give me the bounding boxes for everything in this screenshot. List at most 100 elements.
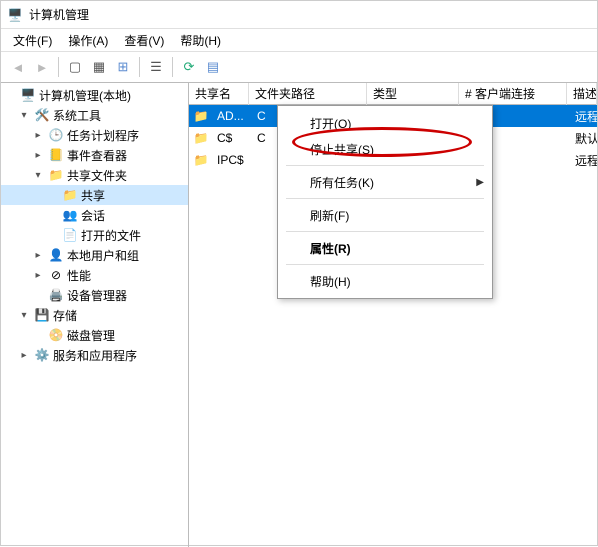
col-connections[interactable]: # 客户端连接 [459, 83, 567, 105]
col-type[interactable]: 类型 [367, 83, 459, 105]
ctx-stop-share[interactable]: 停止共享(S) [280, 136, 490, 162]
ctx-separator [286, 264, 484, 265]
share-icon: 📁 [193, 130, 209, 146]
ctx-help[interactable]: 帮助(H) [280, 268, 490, 294]
forward-button[interactable]: ► [31, 56, 53, 78]
clock-icon: 🕒 [48, 127, 64, 143]
tree-node-devmgr[interactable]: ▶ 🖨️ 设备管理器 [1, 285, 188, 305]
share-icon: 📁 [193, 152, 209, 168]
tree-node-storage[interactable]: ▾ 💾 存储 [1, 305, 188, 325]
twisty-icon: ▶ [45, 188, 59, 202]
ctx-properties[interactable]: 属性(R) [280, 235, 490, 261]
export-button[interactable]: ☰ [145, 56, 167, 78]
tree-label: 性能 [67, 267, 91, 284]
open-files-icon: 📄 [62, 227, 78, 243]
toolbar-separator [172, 57, 173, 77]
tree-label: 共享文件夹 [67, 167, 127, 184]
cell-description: 远程管 [569, 108, 597, 125]
tree-label: 磁盘管理 [67, 327, 115, 344]
twisty-icon: ▶ [31, 328, 45, 342]
toolbar-separator [139, 57, 140, 77]
tree-label: 存储 [53, 307, 77, 324]
tree-label: 事件查看器 [67, 147, 127, 164]
tree-node-task-scheduler[interactable]: ▸ 🕒 任务计划程序 [1, 125, 188, 145]
cell-share-name: C$ [211, 131, 251, 145]
tree-label: 打开的文件 [81, 227, 141, 244]
share-icon: 📁 [193, 108, 209, 124]
tree: ▶ 🖥️ 计算机管理(本地) ▾ 🛠️ 系统工具 ▸ 🕒 任务计划程序 ▸ 📒 … [1, 85, 188, 365]
tree-node-root[interactable]: ▶ 🖥️ 计算机管理(本地) [1, 85, 188, 105]
menu-file[interactable]: 文件(F) [5, 30, 60, 51]
app-icon: 🖥️ [7, 7, 23, 23]
tree-label: 会话 [81, 207, 105, 224]
tree-node-shared-folders[interactable]: ▾ 📁 共享文件夹 [1, 165, 188, 185]
perf-icon: ⊘ [48, 267, 64, 283]
main-split: ▶ 🖥️ 计算机管理(本地) ▾ 🛠️ 系统工具 ▸ 🕒 任务计划程序 ▸ 📒 … [1, 83, 597, 547]
menu-action[interactable]: 操作(A) [60, 30, 116, 51]
toolbar: ◄ ► ▢ ▦ ⊞ ☰ ⟳ ▤ [1, 51, 597, 83]
twisty-collapsed-icon[interactable]: ▸ [31, 268, 45, 282]
props-button[interactable]: ⊞ [112, 56, 134, 78]
storage-icon: 💾 [34, 307, 50, 323]
icon-button[interactable]: ▤ [202, 56, 224, 78]
twisty-expanded-icon[interactable]: ▾ [17, 108, 31, 122]
col-description[interactable]: 描述 [567, 83, 597, 105]
twisty-expanded-icon[interactable]: ▾ [31, 168, 45, 182]
menubar: 文件(F) 操作(A) 查看(V) 帮助(H) [1, 29, 597, 51]
up-button[interactable]: ▢ [64, 56, 86, 78]
list-pane: 共享名 文件夹路径 类型 # 客户端连接 描述 📁 AD... C s 0 远程… [189, 83, 597, 547]
event-icon: 📒 [48, 147, 64, 163]
diskmgr-icon: 📀 [48, 327, 64, 343]
twisty-icon: ▶ [45, 208, 59, 222]
col-folder-path[interactable]: 文件夹路径 [249, 83, 367, 105]
tree-node-event-viewer[interactable]: ▸ 📒 事件查看器 [1, 145, 188, 165]
tree-label: 共享 [81, 187, 105, 204]
shared-folder-icon: 📁 [48, 167, 64, 183]
tree-label: 系统工具 [53, 107, 101, 124]
twisty-collapsed-icon[interactable]: ▸ [31, 248, 45, 262]
tree-label: 本地用户和组 [67, 247, 139, 264]
wrench-icon: 🛠️ [34, 107, 50, 123]
tree-node-local-users[interactable]: ▸ 👤 本地用户和组 [1, 245, 188, 265]
menu-help[interactable]: 帮助(H) [172, 30, 229, 51]
cell-description: 默认共 [569, 130, 597, 147]
twisty-collapsed-icon[interactable]: ▸ [31, 128, 45, 142]
list-header: 共享名 文件夹路径 类型 # 客户端连接 描述 [189, 83, 597, 105]
refresh-button[interactable]: ⟳ [178, 56, 200, 78]
col-share-name[interactable]: 共享名 [189, 83, 249, 105]
sessions-icon: 👥 [62, 207, 78, 223]
cell-share-name: AD... [211, 109, 251, 123]
window-title: 计算机管理 [29, 6, 89, 23]
titlebar: 🖥️ 计算机管理 [1, 1, 597, 29]
context-menu: 打开(O) 停止共享(S) 所有任务(K) ▶ 刷新(F) 属性(R) 帮助(H… [277, 105, 493, 299]
show-hide-button[interactable]: ▦ [88, 56, 110, 78]
tree-node-diskmgr[interactable]: ▶ 📀 磁盘管理 [1, 325, 188, 345]
back-button[interactable]: ◄ [7, 56, 29, 78]
twisty-icon: ▶ [31, 288, 45, 302]
tree-node-perf[interactable]: ▸ ⊘ 性能 [1, 265, 188, 285]
tree-node-services[interactable]: ▸ ⚙️ 服务和应用程序 [1, 345, 188, 365]
ctx-all-tasks[interactable]: 所有任务(K) ▶ [280, 169, 490, 195]
ctx-refresh[interactable]: 刷新(F) [280, 202, 490, 228]
submenu-arrow-icon: ▶ [476, 177, 484, 188]
tree-node-shares[interactable]: ▶ 📁 共享 [1, 185, 188, 205]
cell-description: 远程 IPC [569, 152, 597, 169]
ctx-separator [286, 231, 484, 232]
tree-label: 计算机管理(本地) [39, 87, 131, 104]
tree-node-sessions[interactable]: ▶ 👥 会话 [1, 205, 188, 225]
tree-node-system-tools[interactable]: ▾ 🛠️ 系统工具 [1, 105, 188, 125]
ctx-label: 所有任务(K) [310, 174, 374, 191]
users-icon: 👤 [48, 247, 64, 263]
twisty-icon: ▶ [3, 88, 17, 102]
twisty-collapsed-icon[interactable]: ▸ [31, 148, 45, 162]
tree-label: 设备管理器 [67, 287, 127, 304]
shares-icon: 📁 [62, 187, 78, 203]
menu-view[interactable]: 查看(V) [116, 30, 172, 51]
tree-pane: ▶ 🖥️ 计算机管理(本地) ▾ 🛠️ 系统工具 ▸ 🕒 任务计划程序 ▸ 📒 … [1, 83, 189, 547]
ctx-open[interactable]: 打开(O) [280, 110, 490, 136]
tree-node-open-files[interactable]: ▶ 📄 打开的文件 [1, 225, 188, 245]
toolbar-separator [58, 57, 59, 77]
tree-label: 服务和应用程序 [53, 347, 137, 364]
twisty-expanded-icon[interactable]: ▾ [17, 308, 31, 322]
twisty-collapsed-icon[interactable]: ▸ [17, 348, 31, 362]
